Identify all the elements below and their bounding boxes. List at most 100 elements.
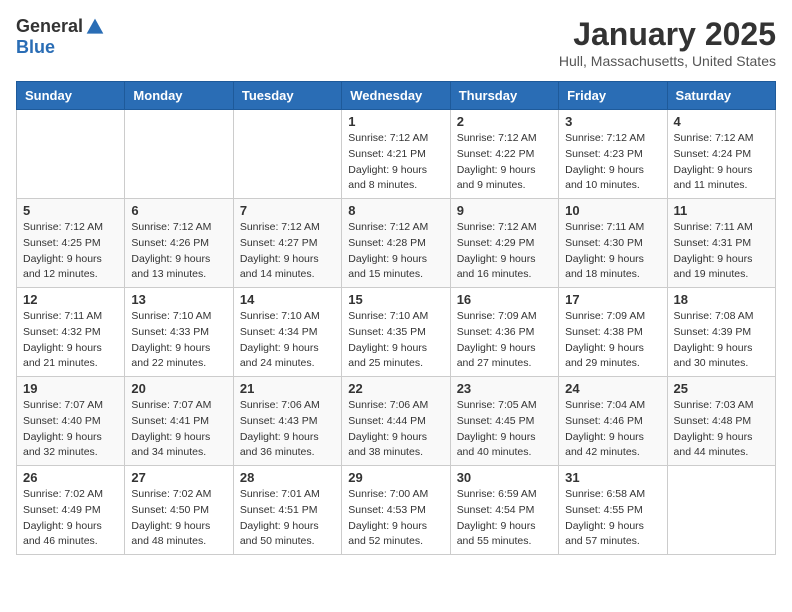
day-info: Sunrise: 7:04 AM Sunset: 4:46 PM Dayligh… bbox=[565, 398, 660, 461]
day-info: Sunrise: 7:12 AM Sunset: 4:26 PM Dayligh… bbox=[131, 220, 226, 283]
calendar-day-25: 25 Sunrise: 7:03 AM Sunset: 4:48 PM Dayli… bbox=[667, 377, 775, 466]
logo-icon bbox=[85, 17, 105, 37]
calendar-week-2: 5Sunrise: 7:12 AM Sunset: 4:25 PM Daylig… bbox=[17, 199, 776, 288]
calendar-day-28: 28 Sunrise: 7:01 AM Sunset: 4:51 PM Dayli… bbox=[233, 466, 341, 555]
day-info: Sunrise: 7:12 AM Sunset: 4:21 PM Dayligh… bbox=[348, 131, 443, 194]
calendar-day-11: 11 Sunrise: 7:11 AM Sunset: 4:31 PM Dayli… bbox=[667, 199, 775, 288]
day-info: Sunrise: 7:11 AM Sunset: 4:30 PM Dayligh… bbox=[565, 220, 660, 283]
day-number: 28 bbox=[240, 470, 335, 485]
day-info: Sunrise: 7:12 AM Sunset: 4:29 PM Dayligh… bbox=[457, 220, 552, 283]
day-info: Sunrise: 7:12 AM Sunset: 4:24 PM Dayligh… bbox=[674, 131, 769, 194]
day-number: 5 bbox=[23, 203, 118, 218]
calendar-day-5: 5Sunrise: 7:12 AM Sunset: 4:25 PM Daylig… bbox=[17, 199, 125, 288]
calendar-day-3: 3 Sunrise: 7:12 AM Sunset: 4:23 PM Daylig… bbox=[559, 110, 667, 199]
logo-blue-text: Blue bbox=[16, 37, 55, 58]
day-number: 20 bbox=[131, 381, 226, 396]
weekday-header-sunday: Sunday bbox=[17, 82, 125, 110]
calendar-day-27: 27Sunrise: 7:02 AM Sunset: 4:50 PM Dayli… bbox=[125, 466, 233, 555]
day-number: 9 bbox=[457, 203, 552, 218]
weekday-header-monday: Monday bbox=[125, 82, 233, 110]
day-number: 16 bbox=[457, 292, 552, 307]
calendar-day-26: 26 Sunrise: 7:02 AM Sunset: 4:49 PM Dayli… bbox=[17, 466, 125, 555]
location-title: Hull, Massachusetts, United States bbox=[559, 53, 776, 69]
day-number: 12 bbox=[23, 292, 118, 307]
day-number: 14 bbox=[240, 292, 335, 307]
day-number: 10 bbox=[565, 203, 660, 218]
calendar-week-3: 12 Sunrise: 7:11 AM Sunset: 4:32 PM Dayli… bbox=[17, 288, 776, 377]
calendar-day-13: 13 Sunrise: 7:10 AM Sunset: 4:33 PM Dayli… bbox=[125, 288, 233, 377]
day-number: 4 bbox=[674, 114, 769, 129]
title-area: January 2025 Hull, Massachusetts, United… bbox=[559, 16, 776, 69]
calendar-day-20: 20 Sunrise: 7:07 AM Sunset: 4:41 PM Dayli… bbox=[125, 377, 233, 466]
day-number: 13 bbox=[131, 292, 226, 307]
calendar-day-2: 2Sunrise: 7:12 AM Sunset: 4:22 PM Daylig… bbox=[450, 110, 558, 199]
day-info: Sunrise: 7:08 AM Sunset: 4:39 PM Dayligh… bbox=[674, 309, 769, 372]
calendar-day-16: 16 Sunrise: 7:09 AM Sunset: 4:36 PM Dayli… bbox=[450, 288, 558, 377]
day-number: 25 bbox=[674, 381, 769, 396]
day-number: 17 bbox=[565, 292, 660, 307]
day-info: Sunrise: 6:59 AM Sunset: 4:54 PM Dayligh… bbox=[457, 487, 552, 550]
calendar-empty-cell bbox=[17, 110, 125, 199]
calendar-day-9: 9 Sunrise: 7:12 AM Sunset: 4:29 PM Daylig… bbox=[450, 199, 558, 288]
calendar-day-7: 7 Sunrise: 7:12 AM Sunset: 4:27 PM Daylig… bbox=[233, 199, 341, 288]
calendar-empty-cell bbox=[667, 466, 775, 555]
calendar-week-4: 19Sunrise: 7:07 AM Sunset: 4:40 PM Dayli… bbox=[17, 377, 776, 466]
day-info: Sunrise: 7:12 AM Sunset: 4:28 PM Dayligh… bbox=[348, 220, 443, 283]
calendar-day-19: 19Sunrise: 7:07 AM Sunset: 4:40 PM Dayli… bbox=[17, 377, 125, 466]
calendar-day-1: 1Sunrise: 7:12 AM Sunset: 4:21 PM Daylig… bbox=[342, 110, 450, 199]
page-header: General Blue January 2025 Hull, Massachu… bbox=[16, 16, 776, 69]
day-info: Sunrise: 7:09 AM Sunset: 4:38 PM Dayligh… bbox=[565, 309, 660, 372]
day-info: Sunrise: 7:00 AM Sunset: 4:53 PM Dayligh… bbox=[348, 487, 443, 550]
calendar-day-21: 21 Sunrise: 7:06 AM Sunset: 4:43 PM Dayli… bbox=[233, 377, 341, 466]
calendar-week-5: 26 Sunrise: 7:02 AM Sunset: 4:49 PM Dayli… bbox=[17, 466, 776, 555]
calendar-day-14: 14 Sunrise: 7:10 AM Sunset: 4:34 PM Dayli… bbox=[233, 288, 341, 377]
day-info: Sunrise: 7:10 AM Sunset: 4:35 PM Dayligh… bbox=[348, 309, 443, 372]
day-info: Sunrise: 7:07 AM Sunset: 4:41 PM Dayligh… bbox=[131, 398, 226, 461]
logo: General Blue bbox=[16, 16, 105, 58]
day-info: Sunrise: 7:12 AM Sunset: 4:23 PM Dayligh… bbox=[565, 131, 660, 194]
day-number: 7 bbox=[240, 203, 335, 218]
day-info: Sunrise: 7:11 AM Sunset: 4:32 PM Dayligh… bbox=[23, 309, 118, 372]
day-info: Sunrise: 7:02 AM Sunset: 4:49 PM Dayligh… bbox=[23, 487, 118, 550]
weekday-header-thursday: Thursday bbox=[450, 82, 558, 110]
day-info: Sunrise: 7:06 AM Sunset: 4:44 PM Dayligh… bbox=[348, 398, 443, 461]
day-info: Sunrise: 7:10 AM Sunset: 4:33 PM Dayligh… bbox=[131, 309, 226, 372]
day-number: 26 bbox=[23, 470, 118, 485]
calendar-day-17: 17 Sunrise: 7:09 AM Sunset: 4:38 PM Dayli… bbox=[559, 288, 667, 377]
day-info: Sunrise: 7:12 AM Sunset: 4:27 PM Dayligh… bbox=[240, 220, 335, 283]
calendar-day-23: 23Sunrise: 7:05 AM Sunset: 4:45 PM Dayli… bbox=[450, 377, 558, 466]
calendar-day-24: 24Sunrise: 7:04 AM Sunset: 4:46 PM Dayli… bbox=[559, 377, 667, 466]
calendar-day-15: 15 Sunrise: 7:10 AM Sunset: 4:35 PM Dayli… bbox=[342, 288, 450, 377]
day-number: 31 bbox=[565, 470, 660, 485]
day-number: 8 bbox=[348, 203, 443, 218]
day-number: 3 bbox=[565, 114, 660, 129]
calendar-day-29: 29 Sunrise: 7:00 AM Sunset: 4:53 PM Dayli… bbox=[342, 466, 450, 555]
calendar-day-18: 18Sunrise: 7:08 AM Sunset: 4:39 PM Dayli… bbox=[667, 288, 775, 377]
day-info: Sunrise: 7:11 AM Sunset: 4:31 PM Dayligh… bbox=[674, 220, 769, 283]
calendar-empty-cell bbox=[233, 110, 341, 199]
day-info: Sunrise: 6:58 AM Sunset: 4:55 PM Dayligh… bbox=[565, 487, 660, 550]
calendar-day-4: 4 Sunrise: 7:12 AM Sunset: 4:24 PM Daylig… bbox=[667, 110, 775, 199]
day-number: 29 bbox=[348, 470, 443, 485]
day-number: 11 bbox=[674, 203, 769, 218]
calendar-day-10: 10 Sunrise: 7:11 AM Sunset: 4:30 PM Dayli… bbox=[559, 199, 667, 288]
day-number: 21 bbox=[240, 381, 335, 396]
day-number: 22 bbox=[348, 381, 443, 396]
calendar-day-8: 8 Sunrise: 7:12 AM Sunset: 4:28 PM Daylig… bbox=[342, 199, 450, 288]
day-number: 2 bbox=[457, 114, 552, 129]
month-title: January 2025 bbox=[559, 16, 776, 53]
logo-general-text: General bbox=[16, 16, 83, 37]
calendar-day-30: 30 Sunrise: 6:59 AM Sunset: 4:54 PM Dayli… bbox=[450, 466, 558, 555]
weekday-header-saturday: Saturday bbox=[667, 82, 775, 110]
day-info: Sunrise: 7:02 AM Sunset: 4:50 PM Dayligh… bbox=[131, 487, 226, 550]
day-info: Sunrise: 7:06 AM Sunset: 4:43 PM Dayligh… bbox=[240, 398, 335, 461]
weekday-header-friday: Friday bbox=[559, 82, 667, 110]
day-info: Sunrise: 7:07 AM Sunset: 4:40 PM Dayligh… bbox=[23, 398, 118, 461]
day-info: Sunrise: 7:10 AM Sunset: 4:34 PM Dayligh… bbox=[240, 309, 335, 372]
day-info: Sunrise: 7:03 AM Sunset: 4:48 PM Dayligh… bbox=[674, 398, 769, 461]
calendar-day-6: 6Sunrise: 7:12 AM Sunset: 4:26 PM Daylig… bbox=[125, 199, 233, 288]
day-info: Sunrise: 7:09 AM Sunset: 4:36 PM Dayligh… bbox=[457, 309, 552, 372]
day-number: 15 bbox=[348, 292, 443, 307]
day-info: Sunrise: 7:01 AM Sunset: 4:51 PM Dayligh… bbox=[240, 487, 335, 550]
day-number: 30 bbox=[457, 470, 552, 485]
